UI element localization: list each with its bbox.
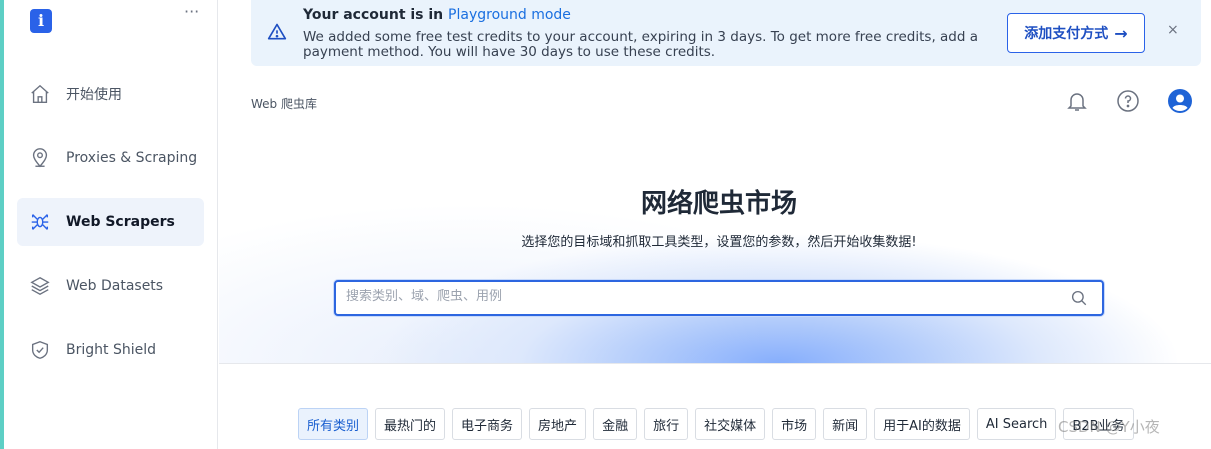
sidebar-item-label: Web Datasets: [66, 278, 164, 294]
location-pin-icon: [32, 148, 48, 168]
category-chip-all[interactable]: 所有类别: [298, 408, 369, 440]
page-title: 网络爬虫市场: [640, 189, 797, 219]
sidebar-item-label: Web Scrapers: [66, 214, 175, 230]
sidebar-item-getting-started[interactable]: 开始使用: [17, 70, 204, 118]
sidebar-item-bright-shield[interactable]: Bright Shield: [17, 326, 204, 374]
playground-mode-link[interactable]: Playground mode: [448, 7, 571, 23]
sidebar-item-label: Bright Shield: [66, 342, 156, 358]
banner-title-prefix: Your account is in: [303, 7, 449, 23]
hero-section: 网络爬虫市场 选择您的目标域和抓取工具类型，设置您的参数，然后开始收集数据!: [219, 130, 1211, 364]
spider-icon: [31, 214, 49, 230]
page-subtitle: 选择您的目标域和抓取工具类型，设置您的参数，然后开始收集数据!: [521, 235, 917, 250]
main-content: Your account is in Playground mode We ad…: [219, 0, 1211, 449]
playground-banner: Your account is in Playground mode We ad…: [251, 0, 1201, 66]
app-logo[interactable]: i: [30, 9, 52, 33]
add-payment-method-label: 添加支付方式: [1024, 26, 1109, 42]
search-input[interactable]: [346, 289, 1046, 304]
sidebar-item-label: 开始使用: [66, 87, 122, 103]
banner-title: Your account is in Playground mode: [303, 7, 571, 23]
sidebar: i ··· 开始使用 Proxies & Scraping Web Scrape…: [4, 0, 218, 449]
search-box: [334, 280, 1104, 316]
warning-icon: [267, 23, 287, 40]
category-chip-travel[interactable]: 旅行: [644, 408, 689, 440]
category-chip-social-media[interactable]: 社交媒体: [695, 408, 766, 440]
category-chip-ai-data[interactable]: 用于AI的数据: [874, 408, 970, 440]
add-payment-method-button[interactable]: 添加支付方式 →: [1007, 13, 1145, 53]
more-options-icon[interactable]: ···: [184, 2, 199, 21]
category-chip-market[interactable]: 市场: [772, 408, 817, 440]
category-chip-real-estate[interactable]: 房地产: [529, 408, 587, 440]
category-chip-finance[interactable]: 金融: [593, 408, 638, 440]
shield-check-icon: [31, 341, 49, 359]
close-banner-icon[interactable]: ×: [1167, 22, 1179, 38]
category-chip-popular[interactable]: 最热门的: [375, 408, 446, 440]
home-icon: [31, 84, 49, 103]
watermark: CSDN @Y小夜: [1058, 418, 1160, 436]
help-icon[interactable]: [1116, 89, 1140, 117]
sidebar-item-web-datasets[interactable]: Web Datasets: [17, 262, 204, 310]
sidebar-item-label: Proxies & Scraping: [66, 150, 198, 166]
category-chip-news[interactable]: 新闻: [823, 408, 868, 440]
arrow-right-icon: →: [1114, 23, 1128, 43]
category-filter-bar: 所有类别 最热门的 电子商务 房地产 金融 旅行 社交媒体 市场 新闻 用于AI…: [298, 408, 1141, 440]
category-chip-ai-search[interactable]: AI Search: [976, 408, 1057, 440]
category-chip-ecommerce[interactable]: 电子商务: [452, 408, 523, 440]
layers-icon: [30, 276, 50, 296]
breadcrumb[interactable]: Web 爬虫库: [251, 95, 317, 112]
user-avatar-icon[interactable]: [1168, 89, 1192, 117]
notifications-bell-icon[interactable]: [1065, 89, 1089, 117]
sidebar-item-proxies[interactable]: Proxies & Scraping: [17, 134, 204, 182]
search-icon[interactable]: [1070, 289, 1088, 307]
sidebar-item-web-scrapers[interactable]: Web Scrapers: [17, 198, 204, 246]
banner-text: We added some free test credits to your …: [303, 29, 979, 60]
